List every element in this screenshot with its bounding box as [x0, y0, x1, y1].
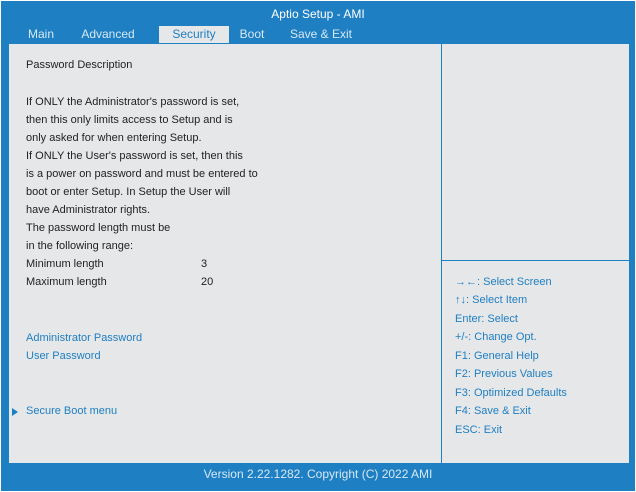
- title-bar: Aptio Setup - AMI Main Advanced Security…: [1, 1, 635, 43]
- help-enter-select: Enter: Select: [455, 313, 518, 325]
- tab-boot[interactable]: Boot: [235, 26, 269, 43]
- description-line: is a power on password and must be enter…: [26, 168, 258, 180]
- version-footer: Version 2.22.1282. Copyright (C) 2022 AM…: [203, 467, 433, 481]
- tab-security[interactable]: Security: [159, 26, 229, 43]
- bios-window: Aptio Setup - AMI Main Advanced Security…: [1, 1, 635, 491]
- max-length-value: 20: [201, 276, 214, 288]
- secure-boot-menu-label: Secure Boot menu: [26, 405, 118, 417]
- help-select-screen: →←: Select Screen: [455, 276, 552, 288]
- description-line: have Administrator rights.: [26, 204, 151, 216]
- window-title: Aptio Setup - AMI: [271, 7, 365, 21]
- secure-boot-menu-item[interactable]: Secure Boot menu: [12, 405, 118, 417]
- user-password-item[interactable]: User Password: [26, 350, 101, 362]
- help-save-exit: F4: Save & Exit: [455, 405, 531, 417]
- description-line: in the following range:: [26, 240, 134, 252]
- vertical-divider: [441, 44, 442, 463]
- tab-save-exit[interactable]: Save & Exit: [283, 26, 359, 43]
- tab-main[interactable]: Main: [23, 26, 59, 43]
- administrator-password-item[interactable]: Administrator Password: [26, 332, 142, 344]
- help-previous-values: F2: Previous Values: [455, 368, 553, 380]
- help-divider: [442, 260, 629, 261]
- help-select-item: ↑↓: Select Item: [455, 294, 528, 306]
- main-panel: Password Description If ONLY the Adminis…: [8, 43, 630, 464]
- submenu-arrow-icon: [12, 408, 18, 416]
- description-line: then this only limits access to Setup an…: [26, 114, 233, 126]
- tab-advanced[interactable]: Advanced: [74, 26, 142, 43]
- max-length-label: Maximum length: [26, 276, 107, 288]
- description-line: boot or enter Setup. In Setup the User w…: [26, 186, 231, 198]
- description-line: only asked for when entering Setup.: [26, 132, 202, 144]
- description-line: If ONLY the Administrator's password is …: [26, 96, 240, 108]
- help-esc-exit: ESC: Exit: [455, 424, 503, 436]
- min-length-label: Minimum length: [26, 258, 104, 270]
- description-line: The password length must be: [26, 222, 171, 234]
- help-change-opt: +/-: Change Opt.: [455, 331, 537, 343]
- help-general-help: F1: General Help: [455, 350, 539, 362]
- help-optimized-defaults: F3: Optimized Defaults: [455, 387, 567, 399]
- description-heading: Password Description: [26, 59, 133, 71]
- min-length-value: 3: [201, 258, 208, 270]
- description-line: If ONLY the User's password is set, then…: [26, 150, 243, 162]
